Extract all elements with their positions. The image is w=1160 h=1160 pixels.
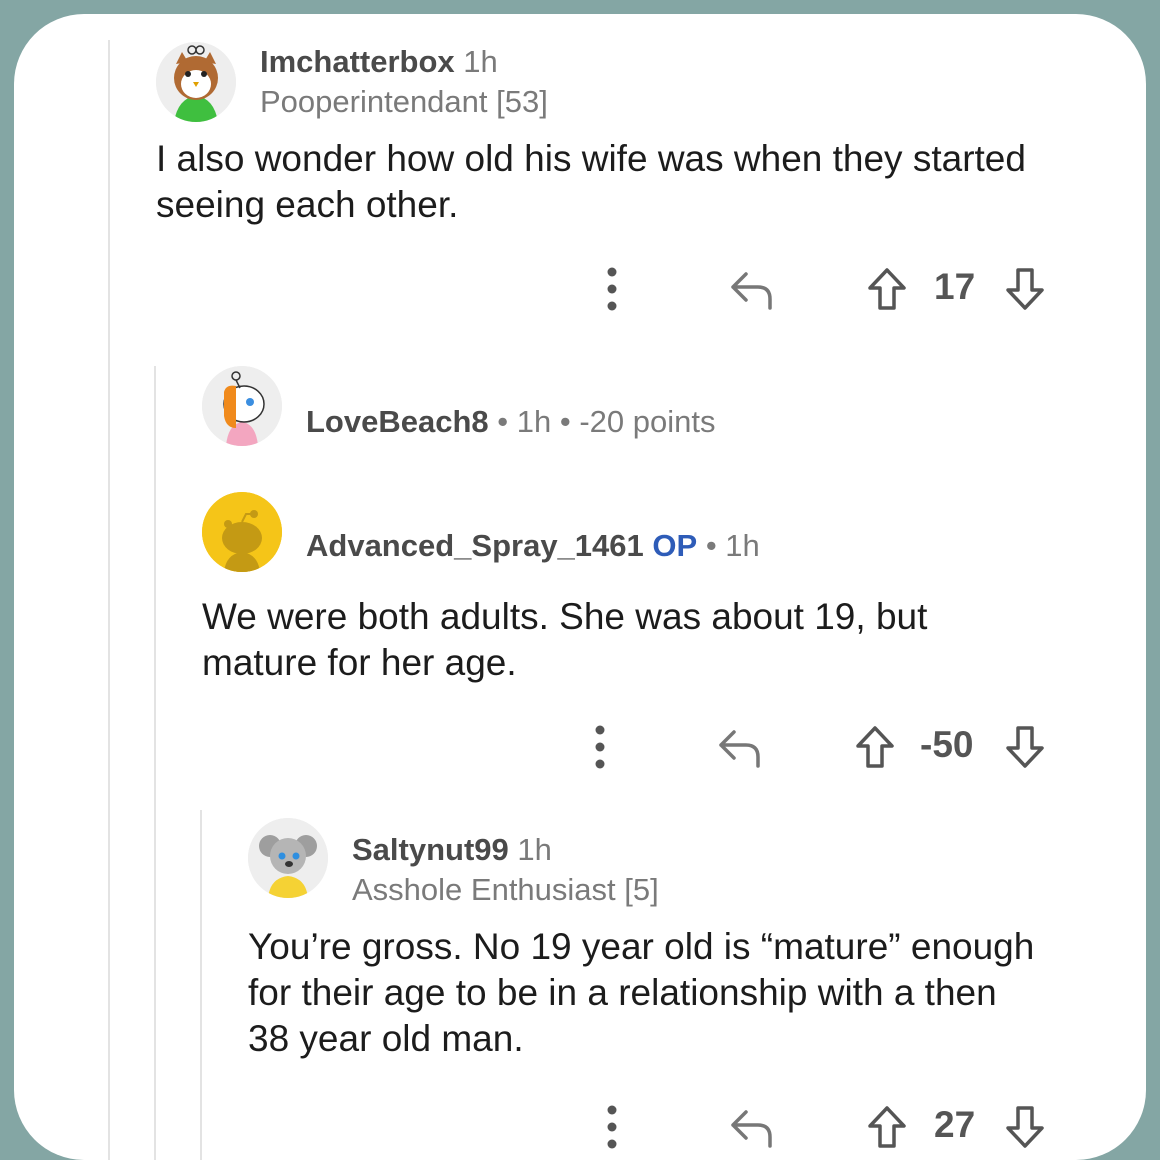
comment-actions: -50 [582, 722, 1054, 772]
avatar[interactable] [202, 492, 282, 572]
op-badge: OP [652, 528, 698, 563]
koala-avatar-icon [248, 818, 328, 898]
upvote-arrow-icon[interactable] [854, 724, 896, 770]
upvote-arrow-icon[interactable] [866, 266, 908, 312]
snoo-avatar-icon [202, 366, 282, 446]
downvote-arrow-icon[interactable] [1004, 724, 1046, 770]
comment-header: Advanced_Spray_1461 OP • 1h [306, 528, 760, 564]
points: -20 points [579, 404, 716, 439]
separator-dot: • [497, 404, 509, 439]
timestamp: 1h [517, 832, 552, 867]
more-vertical-icon[interactable] [602, 264, 622, 314]
comment-actions: 27 [594, 1102, 1054, 1152]
reply-arrow-icon[interactable] [716, 726, 764, 770]
downvote-arrow-icon[interactable] [1004, 1104, 1046, 1150]
avatar[interactable] [156, 42, 236, 122]
username[interactable]: Saltynut99 [352, 832, 509, 867]
vote-score: 27 [934, 1104, 976, 1145]
reply-arrow-icon[interactable] [728, 268, 776, 312]
timestamp: 1h [516, 404, 552, 439]
default-snoo-avatar-icon [202, 492, 282, 572]
separator-dot: • [705, 528, 717, 563]
upvote-arrow-icon[interactable] [866, 1104, 908, 1150]
avatar[interactable] [202, 366, 282, 446]
avatar[interactable] [248, 818, 328, 898]
comment-lovebeach8-collapsed[interactable]: LoveBeach8 • 1h • -20 points [14, 364, 1146, 464]
comment-header: LoveBeach8 • 1h • -20 points [306, 404, 715, 440]
comment-header: Imchatterbox 1h [260, 44, 498, 80]
owl-avatar-icon [156, 42, 236, 122]
user-flair: Pooperintendant [53] [260, 84, 548, 119]
downvote-arrow-icon[interactable] [1004, 266, 1046, 312]
comment-body: We were both adults. She was about 19, b… [202, 596, 928, 683]
more-vertical-icon[interactable] [602, 1102, 622, 1152]
comment-saltynut99: Saltynut99 1h Asshole Enthusiast [5] You… [14, 810, 1146, 1160]
comment-imchatterbox: Imchatterbox 1h Pooperintendant [53] I a… [14, 14, 1146, 334]
comment-header: Saltynut99 1h [352, 832, 552, 868]
timestamp: 1h [725, 528, 760, 563]
timestamp: 1h [463, 44, 498, 79]
username[interactable]: LoveBeach8 [306, 404, 489, 439]
username[interactable]: Advanced_Spray_1461 [306, 528, 644, 563]
comment-actions: 17 [594, 264, 1054, 314]
separator-dot: • [559, 404, 571, 439]
vote-score: 17 [934, 266, 976, 307]
vote-score: -50 [920, 724, 974, 765]
comment-thread-card: Imchatterbox 1h Pooperintendant [53] I a… [14, 14, 1146, 1160]
user-flair: Asshole Enthusiast [5] [352, 872, 659, 907]
comment-body: I also wonder how old his wife was when … [156, 138, 1026, 225]
more-vertical-icon[interactable] [590, 722, 610, 772]
comment-advanced-spray: Advanced_Spray_1461 OP • 1h We were both… [14, 484, 1146, 784]
reply-arrow-icon[interactable] [728, 1106, 776, 1150]
comment-body: You’re gross. No 19 year old is “mature”… [248, 926, 1035, 1059]
username[interactable]: Imchatterbox [260, 44, 455, 79]
